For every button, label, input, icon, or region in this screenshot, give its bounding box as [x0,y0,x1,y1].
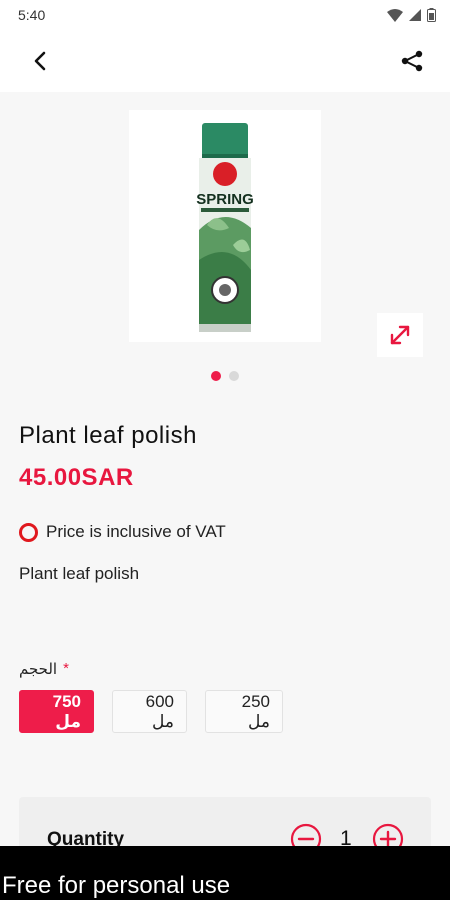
watermark-banner: Free for personal use [0,846,450,900]
expand-icon [390,325,410,345]
chevron-left-icon [34,51,46,71]
product-title: Plant leaf polish [19,422,197,449]
wifi-icon [387,8,403,22]
vat-note: Price is inclusive of VAT [19,522,226,542]
product-price: 45.00SAR [19,464,134,491]
share-icon [401,50,423,72]
variant-option-600[interactable]: 600 مل [112,690,187,733]
vat-note-text: Price is inclusive of VAT [46,522,226,541]
app-bar [0,30,450,92]
carousel-indicator [0,371,450,381]
carousel-dot[interactable] [229,371,239,381]
spray-can-product-image: SPRING [129,110,321,342]
variant-options: 750 مل 600 مل 250 مل [19,690,283,733]
status-bar: 5:40 [0,0,450,30]
back-button[interactable] [24,45,56,77]
cell-signal-icon [409,9,421,21]
variant-label-text: الحجم [19,661,58,678]
product-description: Plant leaf polish [19,564,140,583]
product-image[interactable]: SPRING [129,110,321,342]
expand-image-button[interactable] [377,313,423,357]
variant-option-250[interactable]: 250 مل [205,690,283,733]
product-brand-text: SPRING [196,191,254,208]
circle-icon [19,522,38,542]
battery-icon [427,8,436,22]
variant-option-750[interactable]: 750 مل [19,690,94,733]
status-icons [387,8,436,22]
variant-label: الحجم * [19,660,69,678]
share-button[interactable] [396,45,428,77]
status-time: 5:40 [18,7,46,23]
carousel-dot-active[interactable] [211,371,221,381]
required-mark: * [63,660,69,677]
